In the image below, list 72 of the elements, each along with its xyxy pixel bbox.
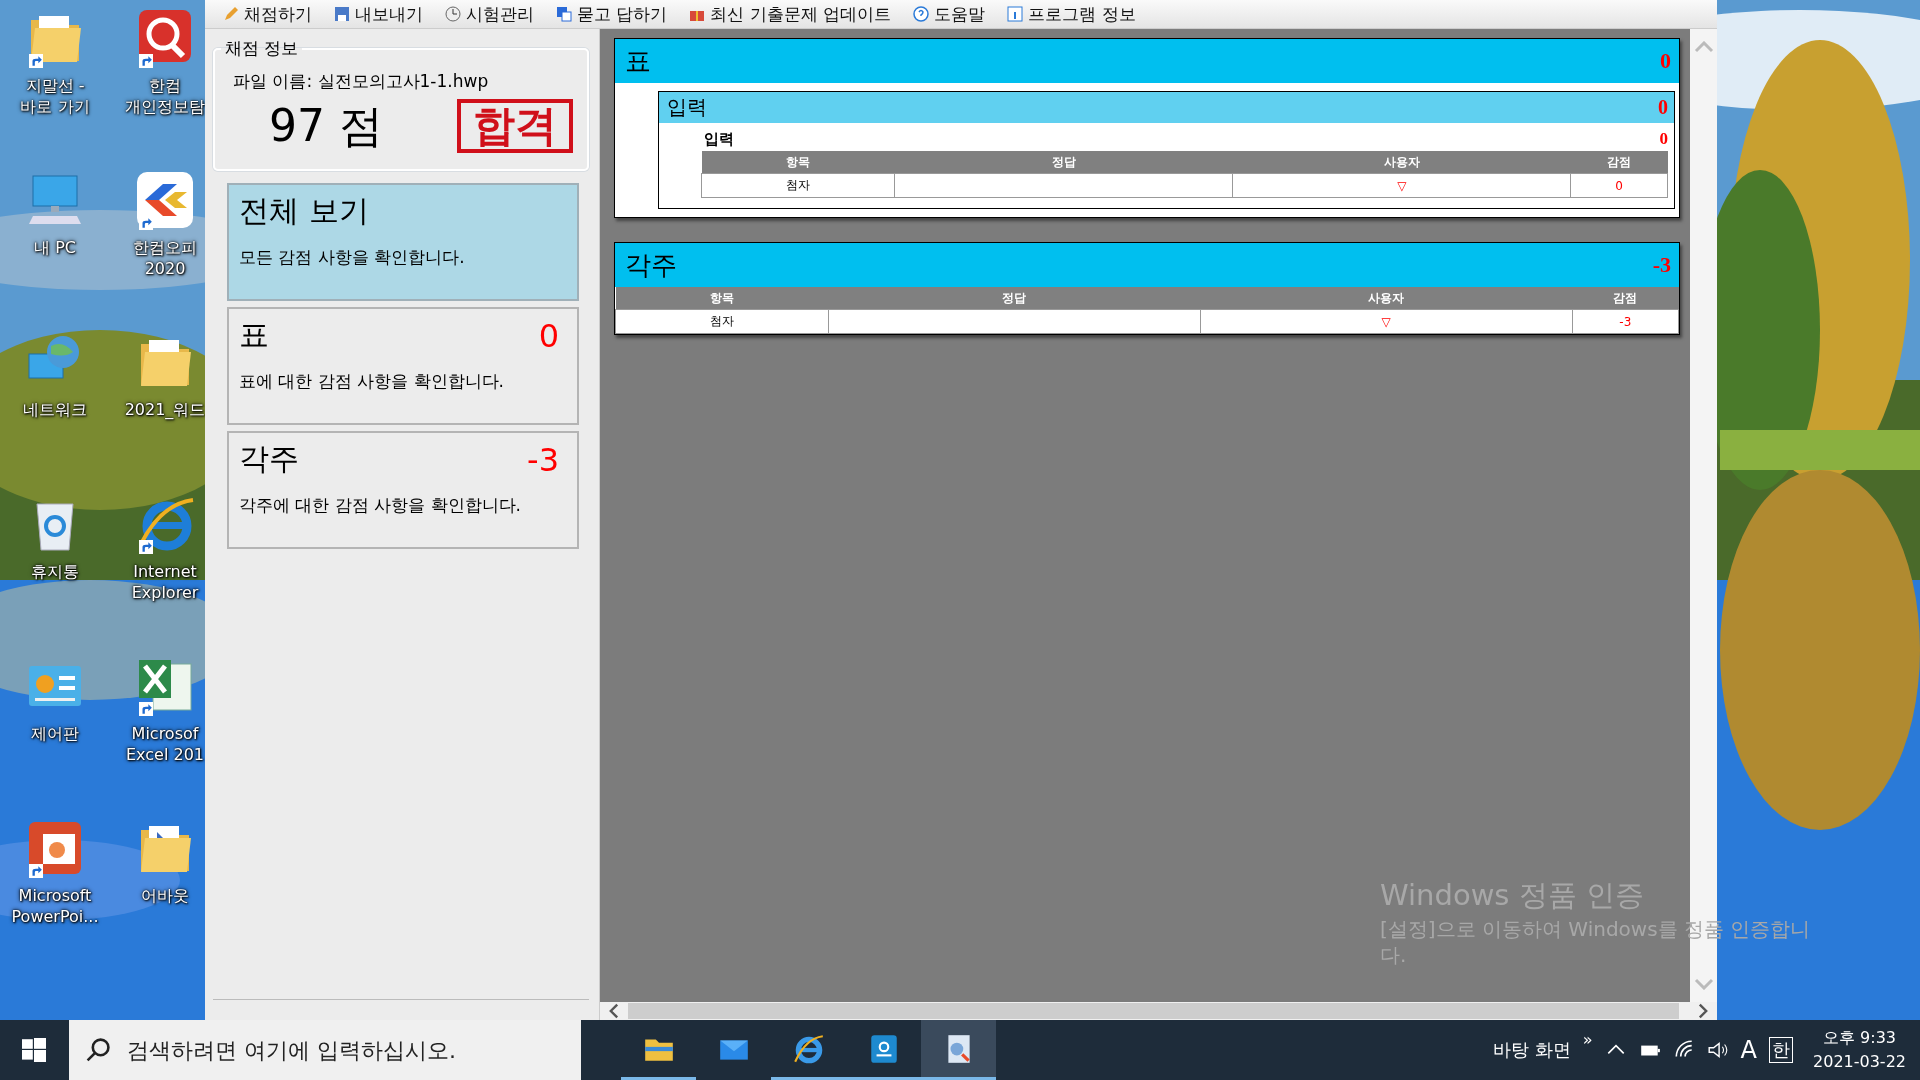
subsection-title: 입력 [667,94,707,121]
info-icon [1007,6,1024,22]
section-title: 각주 [625,248,677,282]
chevron-logo-icon[interactable] [135,170,195,230]
category-title: 각주 [239,440,299,478]
table-cell: 첨자 [701,173,895,198]
deduction-value: 0 [538,316,559,355]
deduction-value: 0 [1659,129,1668,149]
overflow-chevron[interactable]: » [1582,1030,1593,1049]
column-header: 감점 [1570,151,1668,174]
desktop-icon-label[interactable]: 2021_워드 [124,400,205,421]
toolbar-button[interactable]: 프로그램 정보 [1003,1,1140,27]
table-cell: ▽ [1232,173,1571,198]
pass-stamp: 합격 [457,99,573,153]
table-cell: ▽ [1200,309,1573,334]
table-cell: 0 [1570,173,1668,198]
category-title: 전체 보기 [239,192,369,230]
start-icon[interactable] [22,1038,46,1062]
table-cell: -3 [1572,309,1679,334]
translate-icon [556,6,572,22]
column-header: 항목 [701,151,895,174]
scroll-left-icon[interactable] [608,1003,620,1019]
category-title: 표 [239,316,269,354]
category-description: 표에 대한 감점 사항을 확인합니다. [239,370,506,393]
category-card[interactable]: 표 0 표에 대한 감점 사항을 확인합니다. [227,307,579,425]
pencil-icon [223,6,239,22]
column-header: 정답 [894,151,1233,174]
scroll-right-icon[interactable] [1697,1003,1709,1019]
deduction-value: -3 [527,440,559,479]
desktop-icon-label[interactable]: Microsof Excel 201 [126,724,204,766]
clock-date[interactable]: 2021-03-22 [1813,1050,1906,1074]
taskbar-app[interactable] [921,1020,996,1080]
toolbar-button[interactable]: 시험관리 [441,1,538,27]
section-title: 표 [625,44,651,78]
deduction-value: -3 [1652,252,1671,278]
toolbar-button[interactable]: 최신 기출문제 업데이트 [685,1,896,27]
help-icon [913,6,930,22]
toolbar-button[interactable]: 채점하기 [219,1,316,27]
column-header: 사용자 [1200,287,1573,310]
file-name: 파일 이름: 실전모의고사1-1.hwp [233,70,490,93]
toolbar-button[interactable]: 도움말 [909,1,990,27]
desktop-icon-label[interactable]: 어바웃 [141,886,189,907]
item-title: 입력 [704,129,734,149]
table-cell: 첨자 [615,309,829,334]
desktop-toolbar-label[interactable]: 바탕 화면 [1493,1038,1571,1062]
category-description: 모든 감점 사항을 확인합니다. [239,246,466,269]
desktop-icon-label[interactable]: 네트워크 [23,400,87,421]
clock-icon [445,6,461,22]
scrollbar-thumb[interactable] [628,1003,1679,1019]
toolbar-button[interactable]: 내보내기 [330,1,427,27]
search-bar[interactable]: 검색하려면 여기에 입력하십시오. [69,1020,581,1080]
group-title: 채점 정보 [224,37,300,60]
deduction-value: 0 [1660,48,1671,74]
language-indicator[interactable]: 한 [1769,1037,1793,1063]
desktop-icon-label[interactable]: 휴지통 [31,562,79,583]
save-icon [334,6,350,22]
category-card[interactable]: 전체 보기 모든 감점 사항을 확인합니다. [227,183,579,301]
search-input[interactable]: 검색하려면 여기에 입력하십시오. [125,1036,569,1064]
column-header: 항목 [615,287,829,310]
category-description: 각주에 대한 감점 사항을 확인합니다. [239,494,523,517]
column-header: 사용자 [1232,151,1571,174]
score: 97 점 [269,98,383,153]
input-mode-indicator[interactable]: A [1740,1036,1757,1064]
toolbar-button[interactable]: 묻고 답하기 [552,1,672,27]
deduction-value: 0 [1658,96,1668,119]
clock-time[interactable]: 오후 9:33 [1823,1026,1896,1050]
desktop-icon-label[interactable]: 제어판 [31,724,79,745]
column-header: 감점 [1572,287,1679,310]
column-header: 정답 [828,287,1201,310]
category-card[interactable]: 각주 -3 각주에 대한 감점 사항을 확인합니다. [227,431,579,549]
search-icon [85,1037,111,1063]
volume-icon[interactable] [1706,1039,1729,1061]
